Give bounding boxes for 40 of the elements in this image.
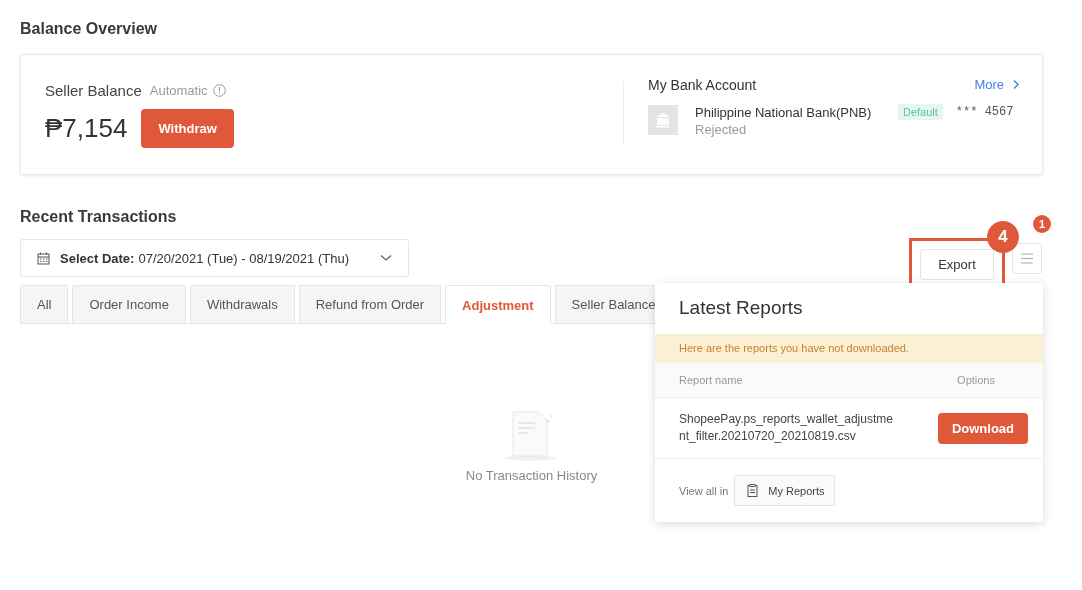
tab[interactable]: Refund from Order (298, 285, 442, 323)
tab[interactable]: Withdrawals (189, 285, 295, 323)
tab[interactable]: Adjustment (445, 285, 551, 324)
export-button[interactable]: Export (920, 248, 994, 280)
column-header: Report name (679, 374, 743, 386)
popover-title: Latest Reports (678, 296, 804, 320)
date-value: 07/20/2021 (Tue) - 08/19/2021 (Thu) (138, 250, 349, 266)
calendar-icon (37, 251, 50, 265)
info-icon (212, 83, 226, 97)
bank-name: Philippine National Bank(PNB) (695, 104, 873, 120)
tab[interactable]: All (20, 285, 69, 323)
footer-label: View all in (679, 484, 729, 497)
menu-button[interactable] (1012, 242, 1042, 274)
empty-message: No Transaction History (465, 468, 598, 483)
account-number: *** 4567 (955, 104, 1014, 119)
clipboard-icon (747, 484, 759, 497)
report-name: ShopeePay.ps_reports_wallet_adjustment_filter.20210720_20210819.csv (679, 411, 893, 445)
count-badge: 1 (1033, 215, 1051, 233)
download-button[interactable]: Download (937, 412, 1028, 444)
bank-title: My Bank Account (648, 76, 757, 93)
chevron-icon (1012, 79, 1020, 90)
bank-icon (648, 104, 678, 135)
menu-icon (1021, 252, 1033, 264)
balance-label: Seller Balance (45, 81, 142, 99)
page-title: Balance Overview (20, 19, 158, 39)
tab[interactable]: Order Income (72, 285, 186, 323)
bank-status: Rejected (695, 121, 748, 137)
default-tag: Default (898, 103, 943, 120)
caret-icon (380, 254, 392, 262)
step-badge: 4 (987, 221, 1019, 253)
mode-label: Automatic (149, 82, 208, 98)
balance-amount: ₱7,154 (45, 112, 128, 144)
column-header: Options (957, 374, 995, 386)
withdraw-button[interactable]: Withdraw (141, 108, 234, 148)
date-select[interactable]: Select Date: 07/20/2021 (Tue) - 08/19/2021 (Thu) (20, 239, 409, 277)
notice-banner: Here are the reports you have not downloaded. (655, 334, 1043, 363)
date-label: Select Date: (60, 250, 135, 266)
my-reports-button[interactable]: My Reports (734, 475, 835, 506)
section-title: Recent Transactions (20, 207, 177, 227)
more-link[interactable]: More (974, 77, 1020, 92)
